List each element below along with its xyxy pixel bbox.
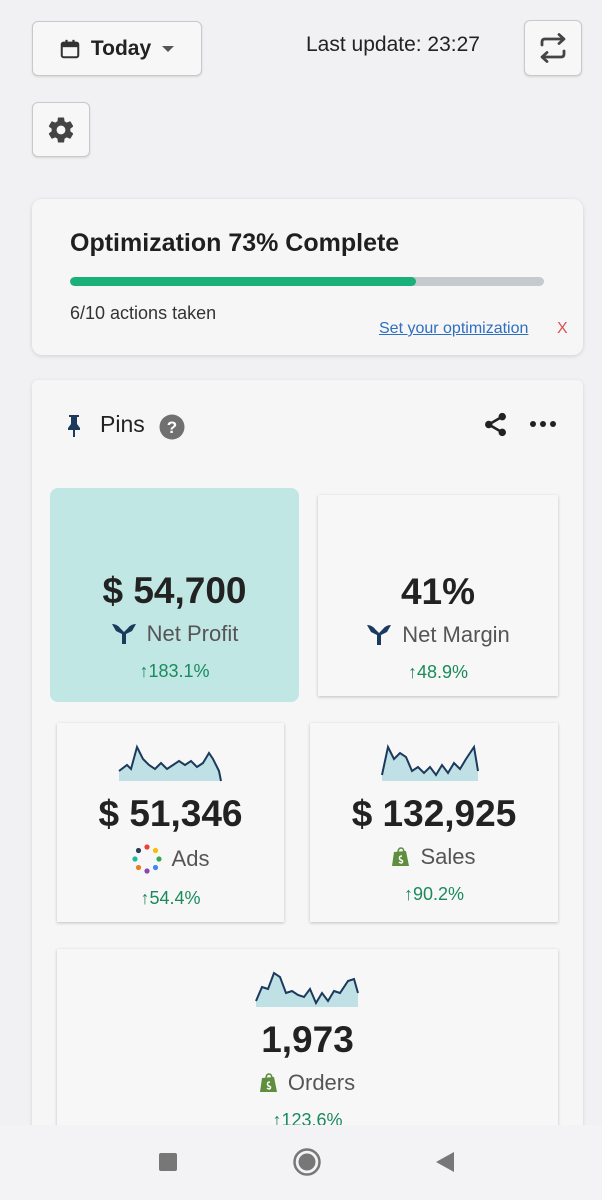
date-range-button[interactable]: Today (32, 21, 202, 76)
shopify-bag-icon (392, 847, 410, 866)
settings-button[interactable] (32, 102, 90, 157)
refresh-icon (540, 33, 566, 63)
tile-change: ↑90.2% (403, 884, 465, 904)
back-icon[interactable] (434, 1150, 456, 1174)
help-icon[interactable]: ? (159, 414, 185, 440)
tile-label: Net Profit (146, 621, 239, 646)
orders-sparkline (254, 971, 359, 1007)
calendar-icon (60, 39, 80, 58)
set-optimization-link[interactable]: Set your optimization (379, 320, 528, 338)
optimization-card: Optimization 73% Complete 6/10 actions t… (32, 199, 583, 355)
tile-value: $ 51,346 (98, 793, 243, 834)
trident-icon (111, 624, 136, 644)
date-range-label: Today (90, 36, 152, 60)
tile-change: ↑48.9% (407, 662, 469, 682)
pin-icon (68, 415, 80, 437)
optimization-title: Optimization 73% Complete (70, 229, 400, 257)
tile-change: ↑54.4% (140, 888, 201, 908)
tile-value: $ 132,925 (351, 793, 517, 834)
tile-value: 41% (400, 571, 476, 612)
caret-down-icon (162, 45, 175, 52)
trident-icon (367, 625, 392, 645)
recent-apps-icon[interactable] (158, 1152, 178, 1172)
ads-sparkline (117, 744, 222, 782)
system-navigation-bar (0, 1125, 602, 1200)
tile-value: 1,973 (261, 1019, 354, 1060)
pin-tile-net-margin[interactable]: 41% Net Margin ↑48.9% (318, 495, 558, 696)
optimization-progress-bar (70, 277, 544, 286)
optimization-progress-fill (70, 277, 417, 286)
pin-tile-sales[interactable]: $ 132,925 Sales ↑90.2% (310, 723, 558, 922)
last-update-text: Last update: 23:27 (306, 33, 480, 56)
more-options-icon[interactable] (529, 418, 557, 430)
dismiss-optimization-button[interactable]: X (557, 320, 568, 338)
tile-change: ↑183.1% (139, 661, 210, 681)
pin-tile-net-profit[interactable]: $ 54,700 Net Profit ↑183.1% (50, 488, 299, 702)
tile-label: Ads (171, 846, 210, 871)
pin-tile-ads[interactable]: $ 51,346 Ads ↑54.4% (57, 723, 284, 922)
home-icon[interactable] (292, 1147, 322, 1177)
tile-label: Net Margin (402, 622, 510, 647)
tile-label: Orders (287, 1070, 356, 1095)
sales-sparkline (381, 744, 479, 781)
svg-text:?: ? (167, 418, 177, 437)
share-icon[interactable] (482, 411, 509, 438)
tile-label: Sales (420, 844, 476, 869)
gear-icon (48, 116, 74, 142)
tile-value: $ 54,700 (102, 570, 247, 611)
pins-title: Pins (100, 411, 145, 437)
optimization-actions-text: 6/10 actions taken (70, 303, 217, 323)
shopify-bag-icon (259, 1073, 277, 1092)
refresh-button[interactable] (524, 20, 582, 76)
ads-dots-icon (131, 844, 162, 874)
